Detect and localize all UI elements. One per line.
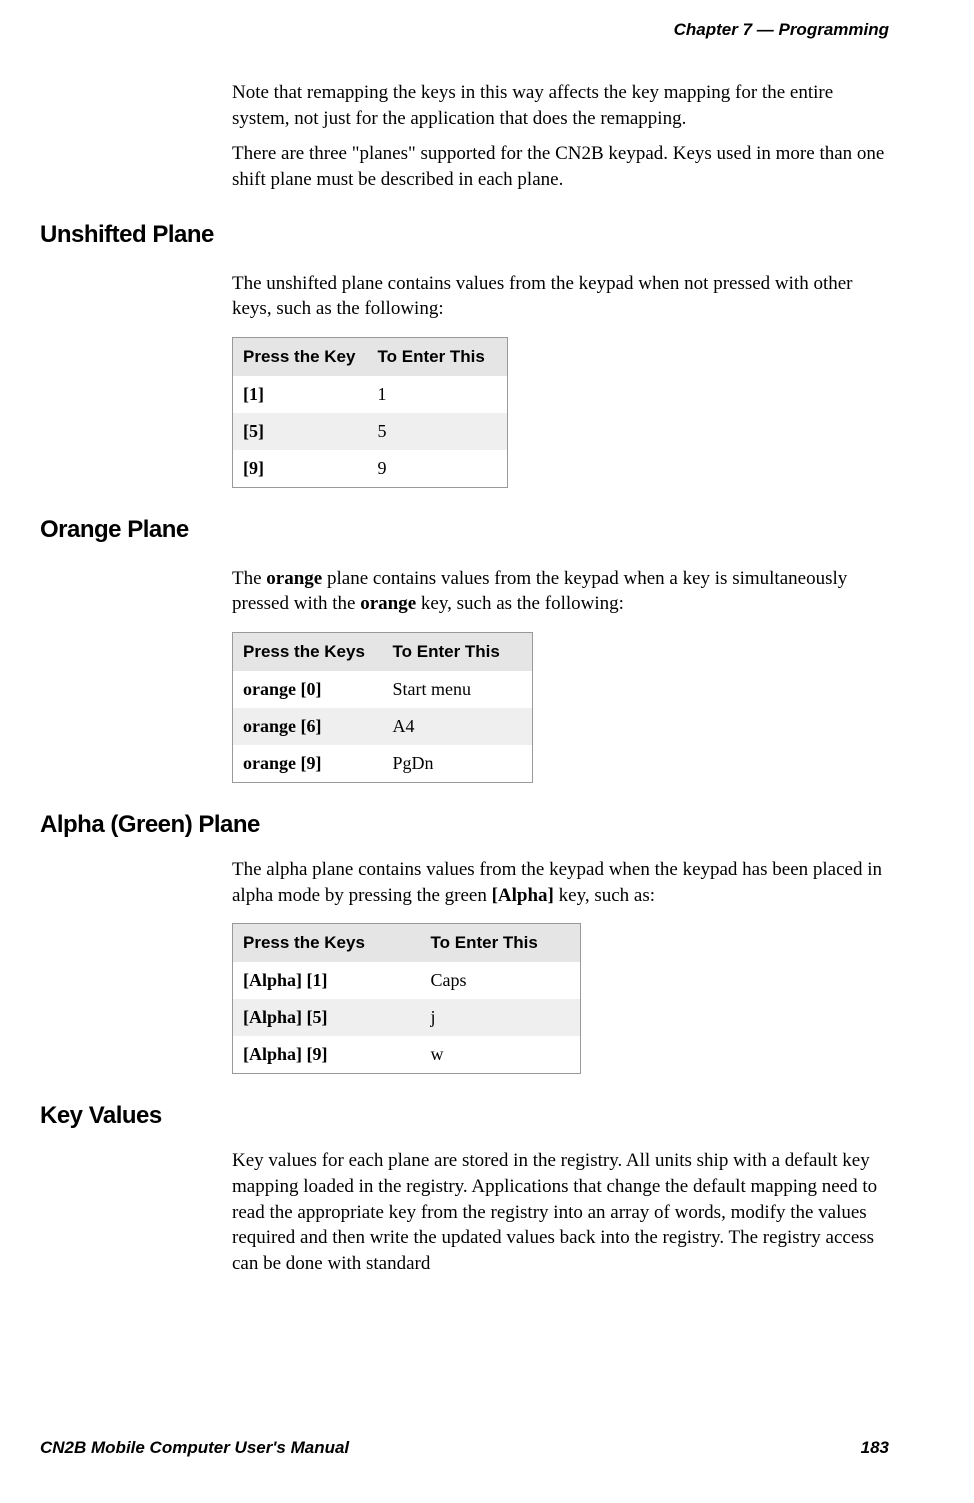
unshifted-plane-body: The unshifted plane contains values from… [232, 271, 889, 322]
table-header: Press the Keys [233, 633, 383, 672]
table-cell: PgDn [383, 745, 533, 783]
alpha-plane-table: Press the Keys To Enter This [Alpha] [1]… [232, 923, 581, 1074]
table-cell: [Alpha] [9] [233, 1036, 421, 1074]
table-cell: Start menu [383, 671, 533, 708]
table-cell: [1] [233, 376, 368, 413]
page-header: Chapter 7 — Programming [40, 20, 889, 40]
table-cell: j [421, 999, 581, 1036]
table-cell: orange [6] [233, 708, 383, 745]
key-values-heading: Key Values [40, 1102, 889, 1130]
orange-plane-table: Press the Keys To Enter This orange [0] … [232, 632, 533, 783]
footer-page-number: 183 [861, 1438, 889, 1458]
intro-paragraph-1: Note that remapping the keys in this way… [232, 80, 889, 131]
table-cell: 5 [368, 413, 508, 450]
orange-plane-body: The orange plane contains values from th… [232, 566, 889, 617]
alpha-plane-heading: Alpha (Green) Plane [40, 811, 889, 839]
table-cell: orange [9] [233, 745, 383, 783]
unshifted-plane-table: Press the Key To Enter This [1] 1 [5] 5 … [232, 337, 508, 488]
table-cell: A4 [383, 708, 533, 745]
table-cell: orange [0] [233, 671, 383, 708]
table-cell: [Alpha] [1] [233, 962, 421, 999]
table-header: To Enter This [383, 633, 533, 672]
table-cell: [5] [233, 413, 368, 450]
page-footer: CN2B Mobile Computer User's Manual 183 [40, 1438, 889, 1458]
table-header: To Enter This [421, 924, 581, 963]
alpha-plane-body: The alpha plane contains values from the… [232, 857, 889, 908]
footer-manual-title: CN2B Mobile Computer User's Manual [40, 1438, 349, 1458]
orange-plane-heading: Orange Plane [40, 516, 889, 544]
table-cell: w [421, 1036, 581, 1074]
table-header: To Enter This [368, 337, 508, 376]
table-cell: Caps [421, 962, 581, 999]
table-cell: [9] [233, 450, 368, 488]
table-cell: [Alpha] [5] [233, 999, 421, 1036]
table-header: Press the Keys [233, 924, 421, 963]
table-header: Press the Key [233, 337, 368, 376]
unshifted-plane-heading: Unshifted Plane [40, 221, 889, 249]
key-values-body: Key values for each plane are stored in … [232, 1148, 889, 1276]
intro-paragraph-2: There are three "planes" supported for t… [232, 141, 889, 192]
table-cell: 9 [368, 450, 508, 488]
table-cell: 1 [368, 376, 508, 413]
